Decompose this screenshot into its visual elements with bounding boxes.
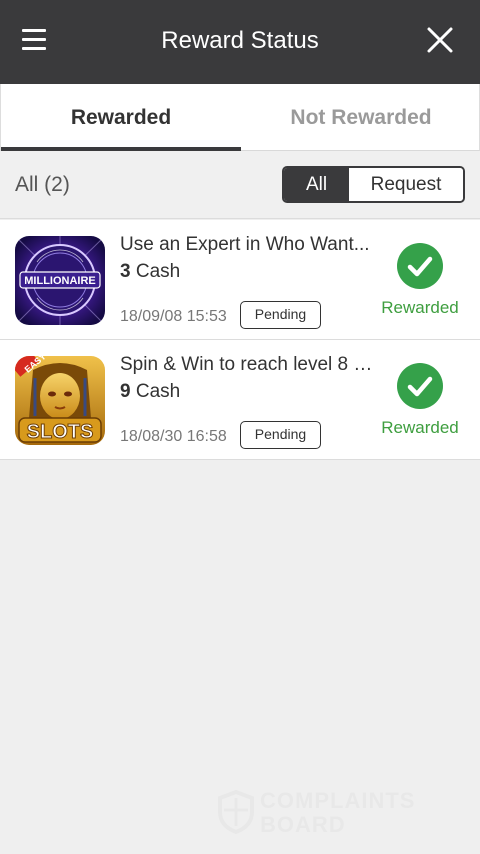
tab-rewarded[interactable]: Rewarded — [1, 84, 241, 150]
page-title: Reward Status — [161, 27, 319, 54]
cash-unit: Cash — [135, 261, 181, 282]
shield-icon — [218, 790, 254, 834]
millionaire-app-icon: MILLIONAIRE — [15, 236, 105, 325]
status-badge: Pending — [240, 301, 321, 329]
reward-status-text: Rewarded — [381, 298, 459, 317]
filter-all-button[interactable]: All — [284, 168, 349, 201]
item-count-label: All (2) — [15, 173, 70, 196]
item-title: Spin & Win to reach level 8 -... — [120, 354, 375, 375]
status-badge: Pending — [240, 421, 321, 449]
watermark-line1: COMPLAINTS — [260, 788, 416, 813]
svg-text:SLOTS: SLOTS — [27, 421, 94, 443]
close-icon[interactable] — [426, 26, 454, 54]
check-circle-icon — [397, 363, 443, 409]
cash-amount: 9 — [120, 381, 131, 402]
cash-unit: Cash — [135, 381, 181, 402]
slots-app-icon: EASY SLOTS — [15, 356, 105, 445]
item-title: Use an Expert in Who Want... — [120, 234, 370, 255]
tab-bar: Rewarded Not Rewarded — [0, 84, 480, 151]
list-item[interactable]: MILLIONAIRE Use an Expert in Who Want...… — [0, 220, 480, 340]
item-date: 18/09/08 15:53 — [120, 308, 227, 325]
complaints-board-watermark: COMPLAINTS BOARD — [218, 788, 438, 838]
filter-request-button[interactable]: Request — [349, 168, 463, 201]
tab-not-rewarded[interactable]: Not Rewarded — [241, 84, 480, 150]
filter-bar: All (2) All Request — [0, 151, 480, 219]
list-item[interactable]: EASY SLOTS Spin & Win to reach level 8 -… — [0, 340, 480, 460]
app-header: Reward Status — [0, 0, 480, 84]
cash-amount: 3 — [120, 261, 131, 282]
filter-segmented-control: All Request — [282, 166, 465, 203]
item-cash: 3 Cash — [120, 261, 180, 283]
watermark-line2: BOARD — [260, 812, 346, 837]
svg-text:MILLIONAIRE: MILLIONAIRE — [24, 275, 96, 287]
reward-status-text: Rewarded — [381, 418, 459, 437]
check-circle-icon — [397, 243, 443, 289]
item-cash: 9 Cash — [120, 381, 180, 403]
item-date: 18/08/30 16:58 — [120, 428, 227, 445]
reward-list: MILLIONAIRE Use an Expert in Who Want...… — [0, 220, 480, 460]
